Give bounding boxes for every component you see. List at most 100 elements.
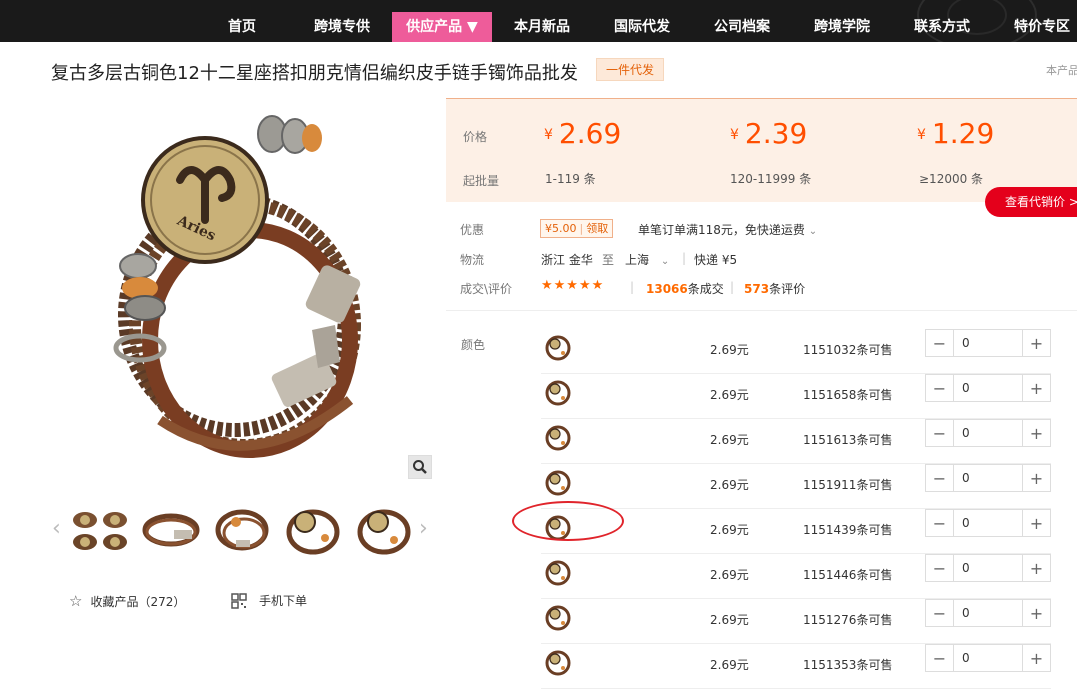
rating-stars: ★★★★★	[541, 278, 605, 293]
minus-button[interactable]: −	[926, 330, 953, 356]
quantity-stepper: −0 +	[925, 464, 1051, 492]
sku-row: 2.69元 1151032条可售 −0 +	[541, 329, 1051, 374]
favorite-product[interactable]: ☆ 收藏产品（272）	[69, 592, 185, 610]
thumbnail-3[interactable]	[212, 500, 272, 560]
quantity-input[interactable]: 0	[953, 465, 1023, 491]
highlight-circle	[512, 501, 624, 541]
sku-stock: 1151911条可售	[803, 478, 893, 492]
price-tier-2: ¥2.39	[730, 117, 808, 150]
coupon-button[interactable]: ¥5.00 | 领取	[540, 219, 614, 238]
quantity-stepper: −0 +	[925, 419, 1051, 447]
minus-button[interactable]: −	[926, 555, 953, 581]
sku-row: 2.69元 1151446条可售 −0 +	[541, 554, 1051, 599]
sku-price: 2.69元	[710, 478, 749, 492]
nav-item-crossborder[interactable]: 跨境专供	[306, 12, 378, 42]
minus-button[interactable]: −	[926, 600, 953, 626]
reviews-count[interactable]: 573条评价	[744, 280, 805, 297]
nav-item-products[interactable]: 供应产品 ▼	[392, 12, 492, 42]
nav-item-new[interactable]: 本月新品	[506, 12, 578, 42]
plus-button[interactable]: +	[1023, 330, 1050, 356]
sku-price: 2.69元	[710, 658, 749, 672]
sku-row: 2.69元 1151911条可售 −0 +	[541, 464, 1051, 509]
product-note: 本产品	[1046, 64, 1077, 77]
divider: |	[630, 280, 635, 294]
minus-button[interactable]: −	[926, 375, 953, 401]
sku-thumbnail[interactable]	[544, 423, 572, 451]
discount-text[interactable]: 单笔订单满118元，免快递运费 ⌄	[638, 221, 817, 238]
magnifier-icon	[413, 460, 427, 474]
deals-label: 成交\评价	[460, 282, 513, 296]
nav-item-dropship[interactable]: 国际代发	[606, 12, 678, 42]
coupon-action: 领取	[586, 222, 609, 235]
sku-thumbnail[interactable]	[544, 603, 572, 631]
main-product-image[interactable]: Aries	[50, 100, 433, 480]
plus-button[interactable]: +	[1023, 465, 1050, 491]
nav-item-academy[interactable]: 跨境学院	[806, 12, 878, 42]
moq-label: 起批量	[463, 174, 500, 188]
sku-price: 2.69元	[710, 523, 749, 537]
qr-code-icon	[231, 592, 247, 609]
nav-item-specials[interactable]: 特价专区	[1006, 12, 1077, 42]
ship-from: 浙江 金华	[541, 253, 593, 267]
quantity-input[interactable]: 0	[953, 375, 1023, 401]
plus-button[interactable]: +	[1023, 645, 1050, 671]
sku-thumbnail[interactable]	[544, 333, 572, 361]
sku-price: 2.69元	[710, 568, 749, 582]
nav-item-contact[interactable]: 联系方式	[906, 12, 978, 42]
sku-row: 2.69元 1151353条可售 −0 +	[541, 644, 1051, 689]
dropship-badge: 一件代发	[596, 58, 664, 81]
view-agent-price-button[interactable]: 查看代销价 >	[985, 187, 1077, 217]
minus-button[interactable]: −	[926, 510, 953, 536]
divider: |	[730, 280, 735, 294]
sku-stock: 1151446条可售	[803, 568, 893, 582]
sku-thumbnail[interactable]	[544, 378, 572, 406]
favorite-label: 收藏产品（272）	[90, 594, 186, 609]
nav-item-home[interactable]: 首页	[214, 12, 270, 42]
thumbnail-2[interactable]	[141, 500, 201, 560]
quantity-input[interactable]: 0	[953, 420, 1023, 446]
quantity-input[interactable]: 0	[953, 600, 1023, 626]
ship-destination[interactable]: 上海 ⌄	[625, 251, 669, 268]
section-divider	[446, 310, 1077, 311]
sku-thumbnail[interactable]	[544, 558, 572, 586]
minus-button[interactable]: −	[926, 465, 953, 491]
mobile-order-label: 手机下单	[259, 594, 308, 608]
quantity-input[interactable]: 0	[953, 645, 1023, 671]
thumbnail-4[interactable]	[283, 500, 343, 560]
plus-button[interactable]: +	[1023, 510, 1050, 536]
sku-price: 2.69元	[710, 343, 749, 357]
plus-button[interactable]: +	[1023, 375, 1050, 401]
minus-button[interactable]: −	[926, 645, 953, 671]
sku-stock: 1151032条可售	[803, 343, 893, 357]
quantity-stepper: −0 +	[925, 599, 1051, 627]
moq-tier-1: 1-119 条	[545, 172, 596, 186]
mobile-order[interactable]: 手机下单	[231, 592, 307, 609]
logistics-label: 物流	[460, 253, 485, 267]
nav-item-company[interactable]: 公司档案	[706, 12, 778, 42]
quantity-input[interactable]: 0	[953, 555, 1023, 581]
quantity-stepper: −0 +	[925, 644, 1051, 672]
thumbnail-1[interactable]	[70, 500, 130, 560]
chevron-down-icon: ⌄	[660, 256, 670, 267]
sku-stock: 1151276条可售	[803, 613, 893, 627]
plus-button[interactable]: +	[1023, 600, 1050, 626]
thumbnails-prev-icon[interactable]: ‹	[52, 515, 62, 543]
plus-button[interactable]: +	[1023, 420, 1050, 446]
divider: |	[682, 251, 687, 265]
zoom-button[interactable]	[408, 455, 432, 479]
deals-count[interactable]: 13066条成交	[646, 280, 724, 297]
minus-button[interactable]: −	[926, 420, 953, 446]
sku-thumbnail[interactable]	[544, 648, 572, 676]
sku-thumbnail[interactable]	[544, 468, 572, 496]
moq-tier-2: 120-11999 条	[730, 172, 812, 186]
quantity-input[interactable]: 0	[953, 510, 1023, 536]
shipping-fee: 快递 ¥5	[694, 253, 738, 267]
plus-button[interactable]: +	[1023, 555, 1050, 581]
sku-stock: 1151353条可售	[803, 658, 893, 672]
thumbnails-next-icon[interactable]: ›	[419, 515, 429, 543]
quantity-input[interactable]: 0	[953, 330, 1023, 356]
thumbnail-5[interactable]	[354, 500, 414, 560]
sku-price: 2.69元	[710, 433, 749, 447]
discount-label: 优惠	[460, 223, 485, 237]
top-navigation: 首页 跨境专供 供应产品 ▼ 本月新品 国际代发 公司档案 跨境学院 联系方式 …	[0, 0, 1077, 42]
